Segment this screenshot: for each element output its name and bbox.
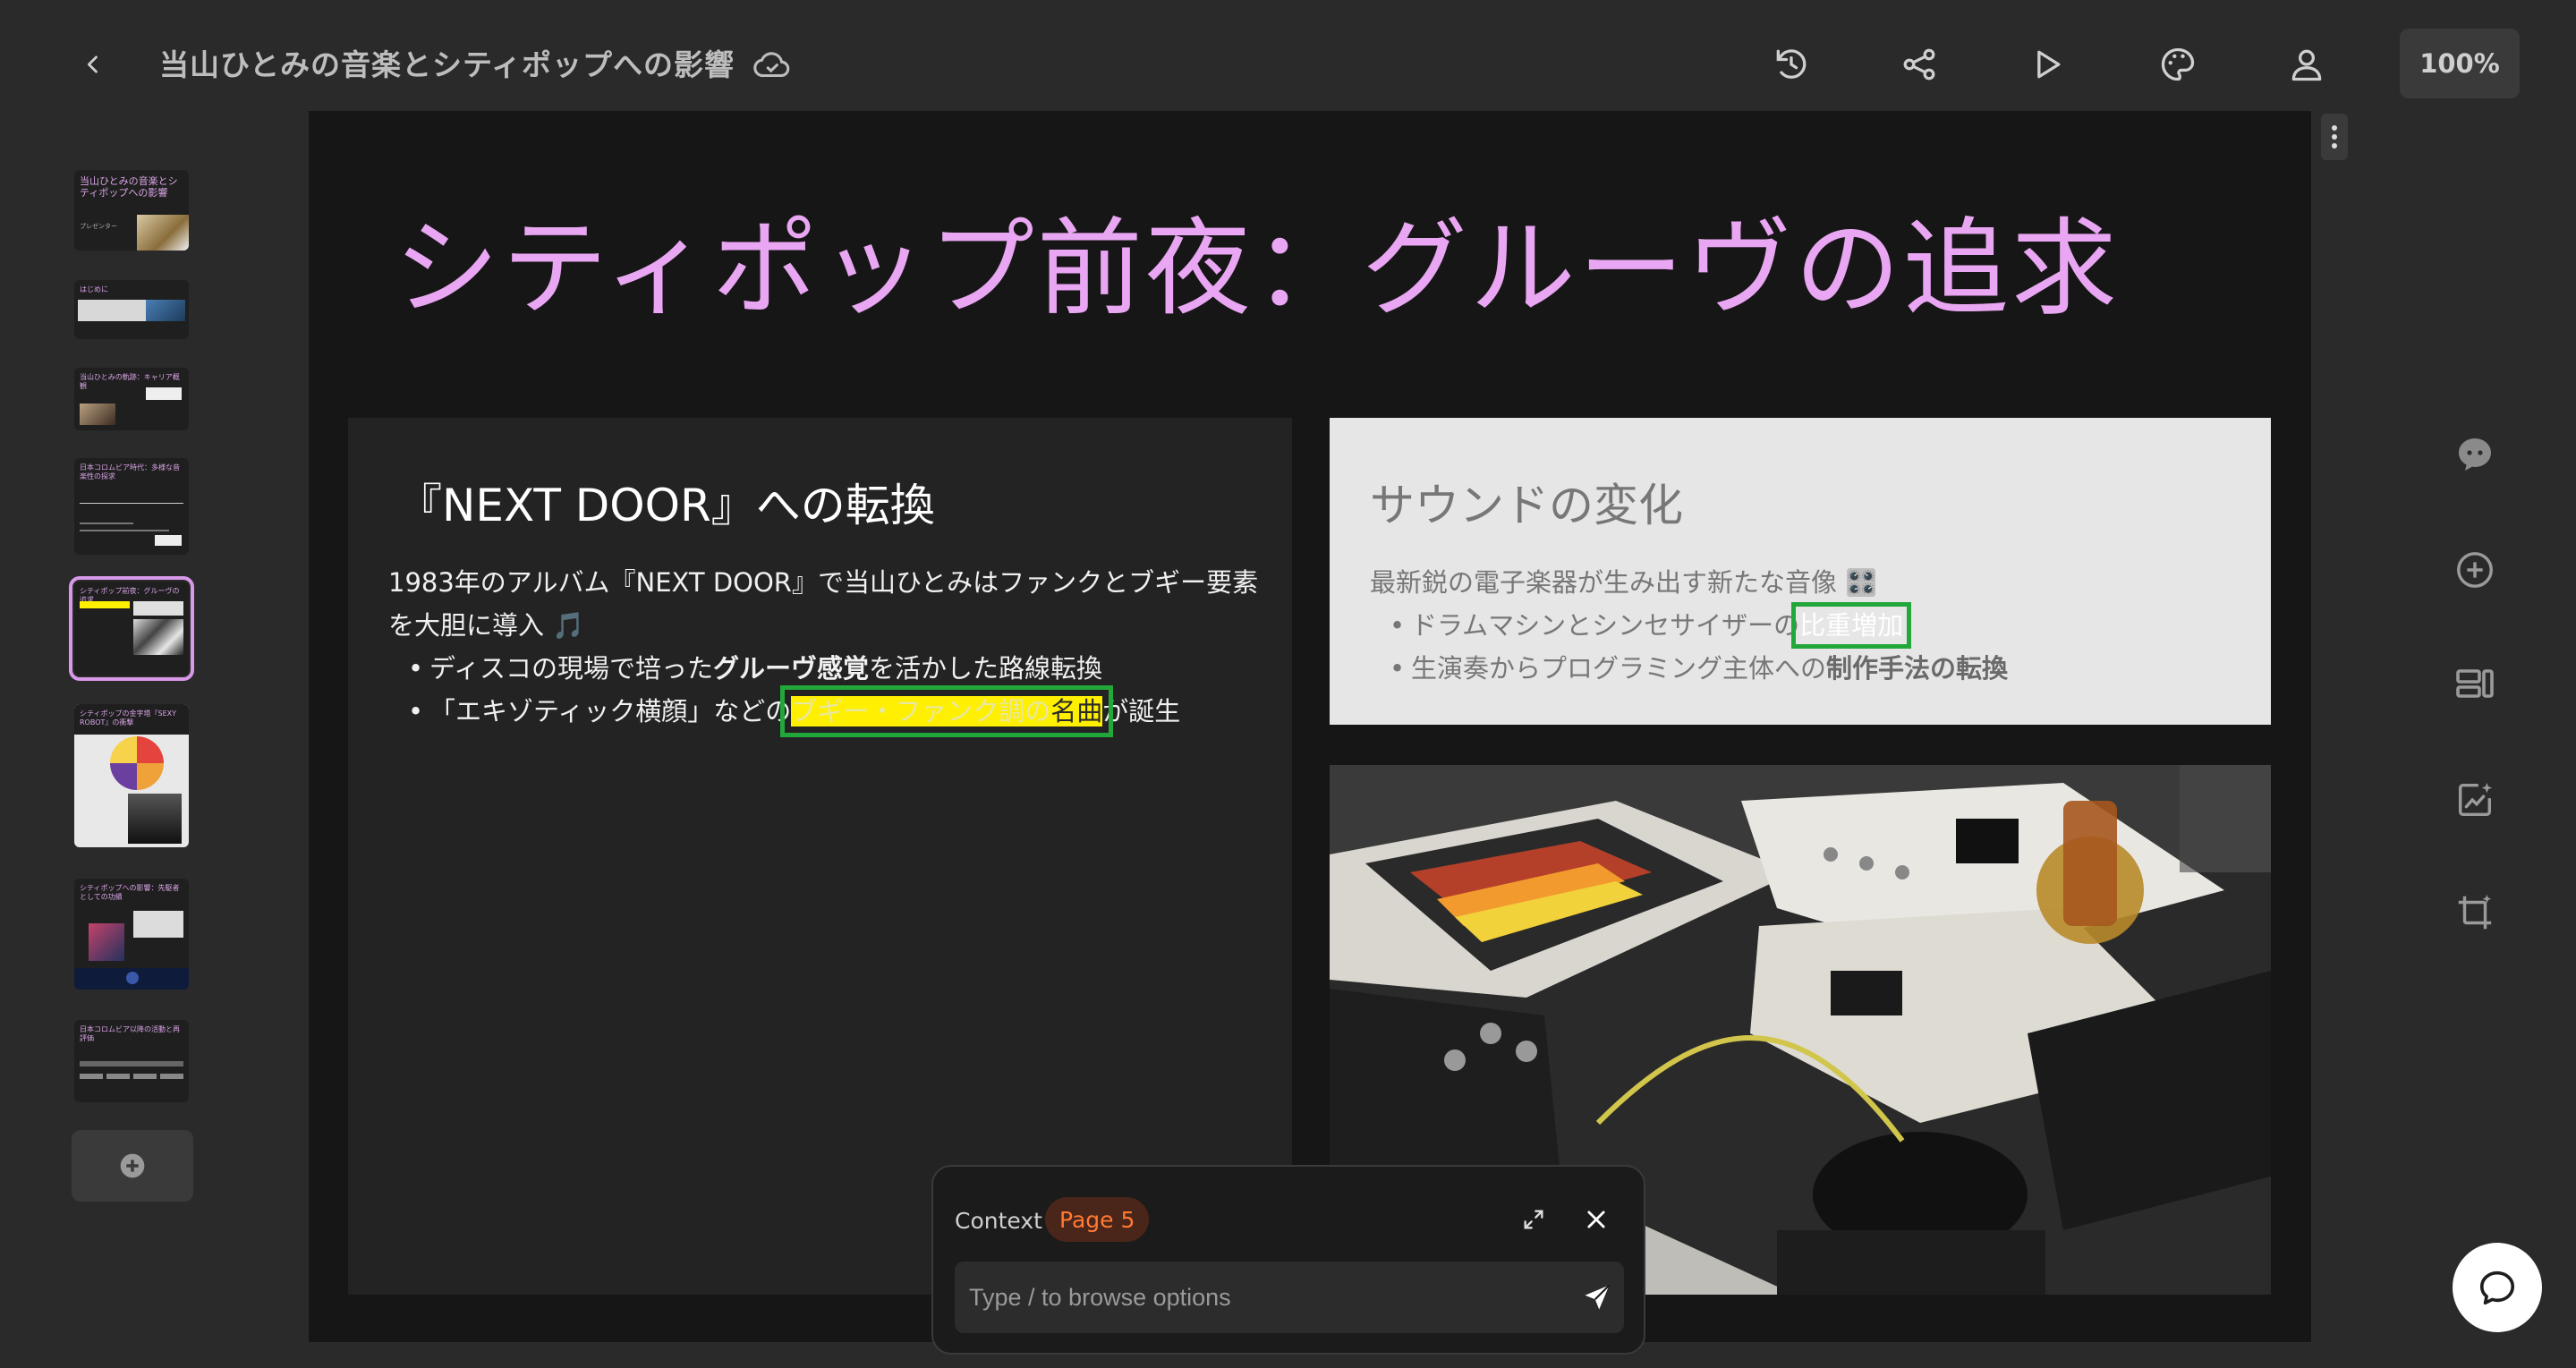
play-icon: [2037, 50, 2061, 79]
thumbnail-title: シティポップへの影響：先駆者としての功績: [80, 884, 180, 901]
slide-thumbnail-6[interactable]: シティポップの金字塔『SEXY ROBOT』の衝撃: [74, 704, 189, 847]
thumbnail-image: [146, 387, 182, 400]
palette-icon: [2161, 47, 2195, 81]
play-button[interactable]: [2019, 36, 2076, 93]
add-slide-button[interactable]: [72, 1130, 193, 1202]
share-button[interactable]: [1891, 36, 1948, 93]
layout-button[interactable]: [2450, 659, 2500, 709]
slide-thumbnail-1[interactable]: 当山ひとみの音楽とシティポップへの影響 プレゼンター: [74, 170, 189, 251]
send-icon: [1585, 1284, 1611, 1310]
slide-thumbnail-7[interactable]: シティポップへの影響：先駆者としての功績: [74, 879, 189, 990]
back-button[interactable]: [64, 36, 122, 93]
vertical-dots-icon: [2332, 125, 2337, 149]
bullet-item: 生演奏からプログラミング主体への制作手法の転換: [1370, 647, 2256, 690]
bullet-item: ドラムマシンとシンセサイザーの比重増加: [1370, 602, 2256, 649]
slide-thumbnail-5-active[interactable]: シティポップ前夜：グルーヴの追求: [69, 576, 194, 681]
crop-magic-icon: [2458, 894, 2492, 930]
context-panel: Context Page 5: [931, 1165, 1645, 1355]
history-icon: [1776, 49, 1807, 79]
thumbnail-title: 当山ひとみの音楽とシティポップへの影響: [80, 175, 178, 199]
share-icon: [1903, 48, 1935, 81]
chart-magic-icon: [2458, 782, 2493, 817]
left-card-bullets: ディスコの現場で培ったグルーヴ感覚を活かした路線転換 「エキゾティック横顔」など…: [388, 647, 1274, 737]
chart-ai-button[interactable]: [2450, 775, 2500, 825]
slide-thumbnail-3[interactable]: 当山ひとみの軌跡：キャリア概観: [74, 368, 189, 430]
user-icon: [2291, 49, 2322, 81]
ai-assistant-button[interactable]: [2450, 429, 2500, 480]
right-card-title[interactable]: サウンドの変化: [1370, 470, 1683, 534]
slide-thumbnail-2[interactable]: はじめに: [74, 280, 189, 339]
theme-button[interactable]: [2149, 36, 2206, 93]
close-icon: [1587, 1211, 1605, 1228]
resize-ai-button[interactable]: [2450, 888, 2500, 938]
top-bar: 当山ひとみの音楽とシティポップへの影響 100%: [0, 0, 2576, 107]
chat-support-button[interactable]: [2453, 1243, 2542, 1332]
left-content-card[interactable]: 『NEXT DOOR』への転換 1983年のアルバム『NEXT DOOR』で当山…: [348, 418, 1292, 1295]
account-button[interactable]: [2278, 36, 2335, 93]
add-element-icon: [2457, 552, 2493, 588]
cloud-icon: [752, 45, 793, 86]
plus-circle-icon: [120, 1153, 145, 1178]
history-button[interactable]: [1763, 36, 1820, 93]
expand-panel-button[interactable]: [1513, 1199, 1554, 1240]
ai-chat-icon: [2459, 438, 2491, 471]
right-card-intro: 最新鋭の電子楽器が生み出す新たな音像 🎛️: [1370, 567, 1878, 598]
back-icon: [87, 55, 98, 73]
highlighted-text-selection[interactable]: ブギー・ファンク調の名曲: [780, 685, 1114, 737]
thumbnail-title: 日本コロムビア時代：多様な音楽性の探求: [80, 463, 180, 480]
thumbnail-image: [137, 215, 189, 251]
add-element-button[interactable]: [2450, 545, 2500, 595]
chat-bubble-icon: [2479, 1270, 2515, 1305]
thumbnail-image: [80, 404, 115, 425]
page-context-badge[interactable]: Page 5: [1045, 1197, 1150, 1242]
prompt-input[interactable]: [955, 1262, 1624, 1333]
thumbnail-title: 日本コロムビア以降の活動と再評価: [80, 1025, 180, 1042]
zoom-level-button[interactable]: 100%: [2400, 29, 2520, 98]
close-panel-button[interactable]: [1576, 1199, 1617, 1240]
thumbnail-image: [146, 300, 185, 321]
expand-icon: [1524, 1210, 1543, 1229]
thumbnail-title: はじめに: [80, 285, 108, 293]
slide-thumbnail-4[interactable]: 日本コロムビア時代：多様な音楽性の探求: [74, 458, 189, 555]
left-card-body[interactable]: 1983年のアルバム『NEXT DOOR』で当山ひとみはファンクとブギー要素を大…: [388, 561, 1274, 737]
slide-options-button[interactable]: [2321, 114, 2348, 160]
thumbnail-subtitle: プレゼンター: [80, 223, 117, 230]
context-label: Context: [955, 1208, 1042, 1234]
highlighted-text-selection[interactable]: 比重増加: [1791, 602, 1912, 649]
bullet-item: ディスコの現場で培ったグルーヴ感覚を活かした路線転換: [388, 647, 1274, 690]
left-card-title[interactable]: 『NEXT DOOR』への転換: [397, 470, 935, 534]
right-content-card[interactable]: サウンドの変化 最新鋭の電子楽器が生み出す新たな音像 🎛️ ドラムマシンとシンセ…: [1330, 418, 2271, 725]
right-card-body[interactable]: 最新鋭の電子楽器が生み出す新たな音像 🎛️ ドラムマシンとシンセサイザーの比重増…: [1370, 561, 2256, 690]
right-card-bullets: ドラムマシンとシンセサイザーの比重増加 生演奏からプログラミング主体への制作手法…: [1370, 602, 2256, 690]
document-title[interactable]: 当山ひとみの音楽とシティポップへの影響: [159, 41, 735, 84]
bullet-item: 「エキゾティック横顔」などのブギー・ファンク調の名曲が誕生: [388, 685, 1274, 737]
send-button[interactable]: [1576, 1276, 1619, 1319]
left-card-intro: 1983年のアルバム『NEXT DOOR』で当山ひとみはファンクとブギー要素を大…: [388, 567, 1259, 641]
slide-title[interactable]: シティポップ前夜：グルーヴの追求: [394, 183, 2120, 336]
slide-thumbnail-8[interactable]: 日本コロムビア以降の活動と再評価: [74, 1020, 189, 1102]
slide-canvas[interactable]: シティポップ前夜：グルーヴの追求 『NEXT DOOR』への転換 1983年のア…: [309, 111, 2311, 1342]
thumbnail-title: シティポップの金字塔『SEXY ROBOT』の衝撃: [80, 709, 177, 726]
layout-icon: [2456, 669, 2494, 698]
